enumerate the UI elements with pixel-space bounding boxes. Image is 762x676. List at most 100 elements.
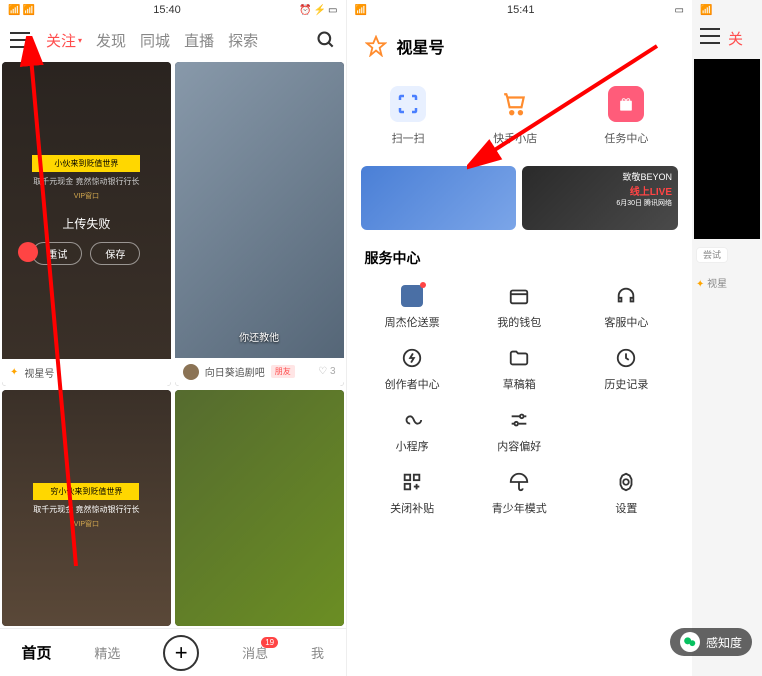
- tune-icon: [508, 409, 530, 431]
- promo-banners: 致敬BEYON 线上LIVE 6月30日 腾讯网络: [347, 160, 693, 236]
- card1-footer: ✦ 视星号: [2, 359, 171, 386]
- infinity-icon: [401, 409, 423, 431]
- battery-icon: ▭: [675, 5, 684, 16]
- tab-explore[interactable]: 探索: [228, 30, 258, 51]
- alarm-icon: ⏰: [299, 5, 311, 16]
- card1-author: 视星号: [24, 365, 54, 380]
- like-count[interactable]: ♡ 3: [318, 366, 335, 377]
- service-grid: 周杰伦送票 我的钱包 客服中心 创作者中心 草稿箱 历史记录 小程序 内容偏好 …: [347, 272, 693, 528]
- signal-icon: 📶: [8, 5, 20, 16]
- umbrella-icon: [508, 471, 530, 493]
- left-phone: 📶📶 15:40 ⏰⚡▭ 关注▾ 发现 同城 直播 探索 小伙来到贬值世界 取千…: [0, 0, 347, 676]
- nav-tabs: 关注▾ 发现 同城 直播 探索: [46, 30, 300, 51]
- signal-icon: 📶: [355, 5, 367, 16]
- task-label: 任务中心: [604, 130, 648, 146]
- avatar-icon: [183, 364, 199, 380]
- folder-icon: [508, 347, 530, 369]
- status-bar-edge: 📶: [692, 0, 762, 20]
- svc-drafts[interactable]: 草稿箱: [468, 340, 571, 398]
- svc-support[interactable]: 客服中心: [575, 278, 678, 336]
- trial-button[interactable]: 尝试: [696, 247, 728, 263]
- search-icon[interactable]: [316, 30, 336, 50]
- save-button[interactable]: 保存: [90, 242, 140, 265]
- tab-live[interactable]: 直播: [184, 30, 214, 51]
- svc-youth[interactable]: 青少年模式: [468, 464, 571, 522]
- wechat-icon: [680, 632, 700, 652]
- top-nav: 关注▾ 发现 同城 直播 探索: [0, 20, 346, 60]
- status-time: 15:40: [153, 4, 181, 16]
- card2-author: 向日葵追剧吧: [205, 364, 265, 379]
- star-logo-icon: [365, 35, 387, 57]
- edge-phone: 📶 关 尝试 ✦ 视星: [692, 0, 762, 676]
- wechat-watermark: 感知度: [670, 628, 752, 656]
- svc-history[interactable]: 历史记录: [575, 340, 678, 398]
- sidebar-title: 视星号: [397, 34, 445, 58]
- scan-button[interactable]: 扫一扫: [390, 86, 426, 146]
- nav-home[interactable]: 首页: [21, 642, 51, 663]
- services-title: 服务中心: [347, 236, 693, 272]
- hamburger-icon[interactable]: [10, 32, 30, 48]
- headset-icon: [615, 285, 637, 307]
- status-bar-right: 📶 15:41 ▭: [347, 0, 693, 20]
- cart-icon: [502, 91, 528, 117]
- card2-caption: 你还教他: [239, 329, 279, 344]
- tab-follow[interactable]: 关注▾: [46, 30, 82, 51]
- avatar-thumb-icon: [401, 285, 423, 307]
- grid-icon: [401, 471, 423, 493]
- banner2-line2: 线上LIVE: [616, 183, 672, 198]
- card2-footer: 向日葵追剧吧 朋友 ♡ 3: [175, 358, 344, 386]
- status-bar-left: 📶📶 15:40 ⏰⚡▭: [0, 0, 346, 20]
- banner-2[interactable]: 致敬BEYON 线上LIVE 6月30日 腾讯网络: [522, 166, 678, 230]
- shop-label: 快手小店: [493, 130, 537, 146]
- banner2-line1: 致敬BEYON: [616, 170, 672, 183]
- video-feed: 小伙来到贬值世界 取千元现金 竟然惊动银行行长 VIP窗口 上传失败 重试 保存…: [0, 60, 346, 628]
- card1-title: 小伙来到贬值世界: [32, 155, 140, 172]
- svc-wallet[interactable]: 我的钱包: [468, 278, 571, 336]
- clock-icon: [615, 347, 637, 369]
- bottom-nav: 首页 精选 + 消息 19 我: [0, 628, 346, 676]
- upload-fail-text: 上传失败: [32, 215, 140, 232]
- banner-1[interactable]: [361, 166, 517, 230]
- feed-card-4[interactable]: [175, 390, 344, 627]
- tab-discover[interactable]: 发现: [96, 30, 126, 51]
- svc-tickets[interactable]: 周杰伦送票: [361, 278, 464, 336]
- card3-vip: VIP窗口: [33, 519, 139, 529]
- friend-tag: 朋友: [271, 365, 295, 378]
- chevron-down-icon: ▾: [78, 36, 82, 45]
- gear-icon: [615, 471, 637, 493]
- wifi-icon: 📶: [22, 5, 34, 16]
- svc-subsidy[interactable]: 关闭补贴: [361, 464, 464, 522]
- card1-vip: VIP窗口: [32, 191, 140, 201]
- card3-sub: 取千元现金 竟然惊动银行行长: [33, 504, 139, 515]
- status-time-right: 15:41: [507, 4, 535, 16]
- shop-button[interactable]: 快手小店: [493, 86, 537, 146]
- wallet-icon: [508, 285, 530, 307]
- feed-card-1[interactable]: 小伙来到贬值世界 取千元现金 竟然惊动银行行长 VIP窗口 上传失败 重试 保存…: [2, 62, 171, 386]
- star-icon: ✦: [10, 367, 18, 378]
- sidebar-header: 视星号: [347, 20, 693, 72]
- nav-featured[interactable]: 精选: [94, 643, 120, 662]
- battery-icon: ▭: [328, 5, 337, 16]
- scan-label: 扫一扫: [392, 130, 425, 146]
- retry-button[interactable]: 重试: [32, 242, 82, 265]
- quick-actions: 扫一扫 快手小店 任务中心: [347, 72, 693, 160]
- banner2-line3: 6月30日 腾讯网络: [616, 198, 672, 208]
- svc-preference[interactable]: 内容偏好: [468, 402, 571, 460]
- gift-icon: [616, 94, 636, 114]
- task-button[interactable]: 任务中心: [604, 86, 648, 146]
- nav-me[interactable]: 我: [311, 643, 324, 662]
- message-badge: 19: [261, 637, 278, 648]
- edge-hamburger-icon[interactable]: [700, 28, 720, 44]
- tab-local[interactable]: 同城: [140, 30, 170, 51]
- svc-creator[interactable]: 创作者中心: [361, 340, 464, 398]
- svc-miniapp[interactable]: 小程序: [361, 402, 464, 460]
- feed-card-3[interactable]: 穷小伙来到贬值世界 取千元现金 竟然惊动银行行长 VIP窗口: [2, 390, 171, 627]
- bt-icon: ⚡: [314, 5, 326, 16]
- svc-settings[interactable]: 设置: [575, 464, 678, 522]
- nav-message[interactable]: 消息 19: [242, 643, 268, 662]
- nav-create-button[interactable]: +: [163, 635, 199, 671]
- feed-card-2[interactable]: 你还教他 向日葵追剧吧 朋友 ♡ 3: [175, 62, 344, 386]
- card1-sub: 取千元现金 竟然惊动银行行长: [32, 176, 140, 187]
- bolt-icon: [401, 347, 423, 369]
- notification-dot: [420, 282, 426, 288]
